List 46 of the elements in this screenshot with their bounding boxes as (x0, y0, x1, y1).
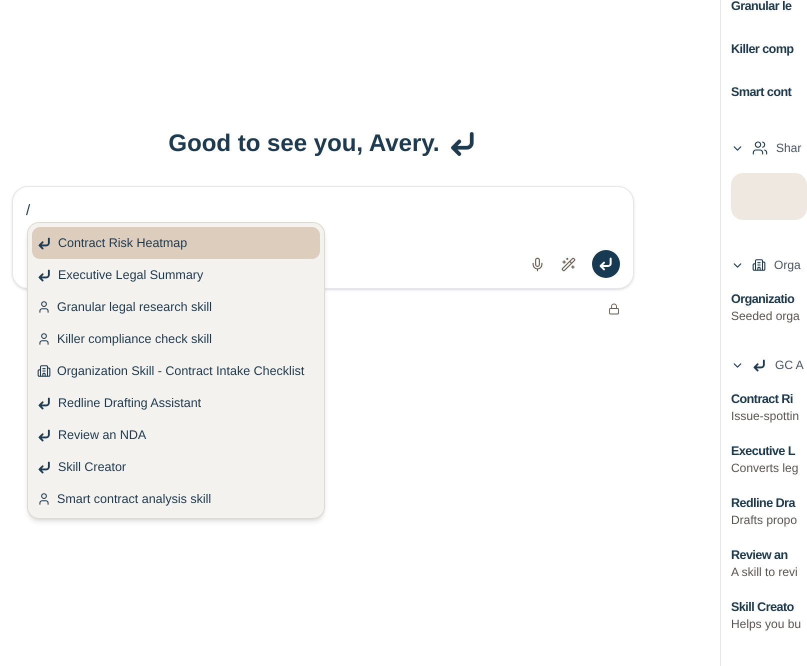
menu-item[interactable]: Skill Creator (32, 451, 320, 483)
greeting-heading: Good to see you, Avery. (168, 129, 440, 159)
skill-description: Seeded orga (731, 308, 801, 325)
return-arrow-icon (37, 460, 52, 474)
building-icon (752, 258, 766, 272)
return-arrow-icon (598, 256, 614, 272)
return-arrow-icon (37, 236, 52, 250)
skill-title[interactable]: Redline Dra (731, 494, 795, 512)
return-arrow-icon (752, 358, 767, 372)
person-icon (37, 492, 51, 506)
menu-item[interactable]: Smart contract analysis skill (32, 483, 320, 515)
menu-item[interactable]: Executive Legal Summary (32, 259, 320, 291)
menu-item[interactable]: Killer compliance check skill (32, 323, 320, 355)
skill-description: Issue-spottin (731, 408, 800, 425)
skill-description: Converts leg (731, 460, 800, 477)
building-icon (37, 364, 51, 378)
return-arrow-icon (37, 396, 52, 410)
person-icon (37, 300, 51, 314)
menu-item[interactable]: Contract Risk Heatmap (32, 227, 320, 259)
section-title: GC A (775, 357, 804, 374)
people-icon (752, 140, 768, 156)
skill-description: Drafts propo (731, 512, 798, 529)
skill-title[interactable]: Smart cont (731, 82, 792, 102)
skill-title[interactable]: Organizatio (731, 290, 794, 308)
lock-icon (608, 303, 620, 315)
skill-description: A skill to revi (731, 564, 799, 581)
skill-title[interactable]: Killer comp (731, 39, 794, 59)
skill-title[interactable]: Executive L (731, 442, 795, 460)
microphone-icon[interactable] (530, 256, 545, 272)
section-title: Shar (776, 140, 802, 157)
menu-item[interactable]: Organization Skill - Contract Intake Checklist (32, 355, 320, 387)
composer-text: / (26, 202, 30, 219)
section-title: Orga (774, 257, 801, 274)
skill-title[interactable]: Granular le (731, 0, 792, 16)
return-arrow-icon (37, 268, 52, 282)
skill-title[interactable]: Skill Creato (731, 598, 794, 616)
magic-wand-icon[interactable] (561, 256, 576, 272)
skill-title[interactable]: Review an (731, 546, 788, 564)
menu-item[interactable]: Redline Drafting Assistant (32, 387, 320, 419)
menu-item[interactable]: Review an NDA (32, 419, 320, 451)
return-arrow-icon (37, 428, 52, 442)
menu-item[interactable]: Granular legal research skill (32, 291, 320, 323)
person-icon (37, 332, 51, 346)
send-button[interactable] (592, 250, 620, 278)
skill-description: Helps you bu (731, 616, 802, 633)
skill-title[interactable]: Contract Ri (731, 390, 793, 408)
